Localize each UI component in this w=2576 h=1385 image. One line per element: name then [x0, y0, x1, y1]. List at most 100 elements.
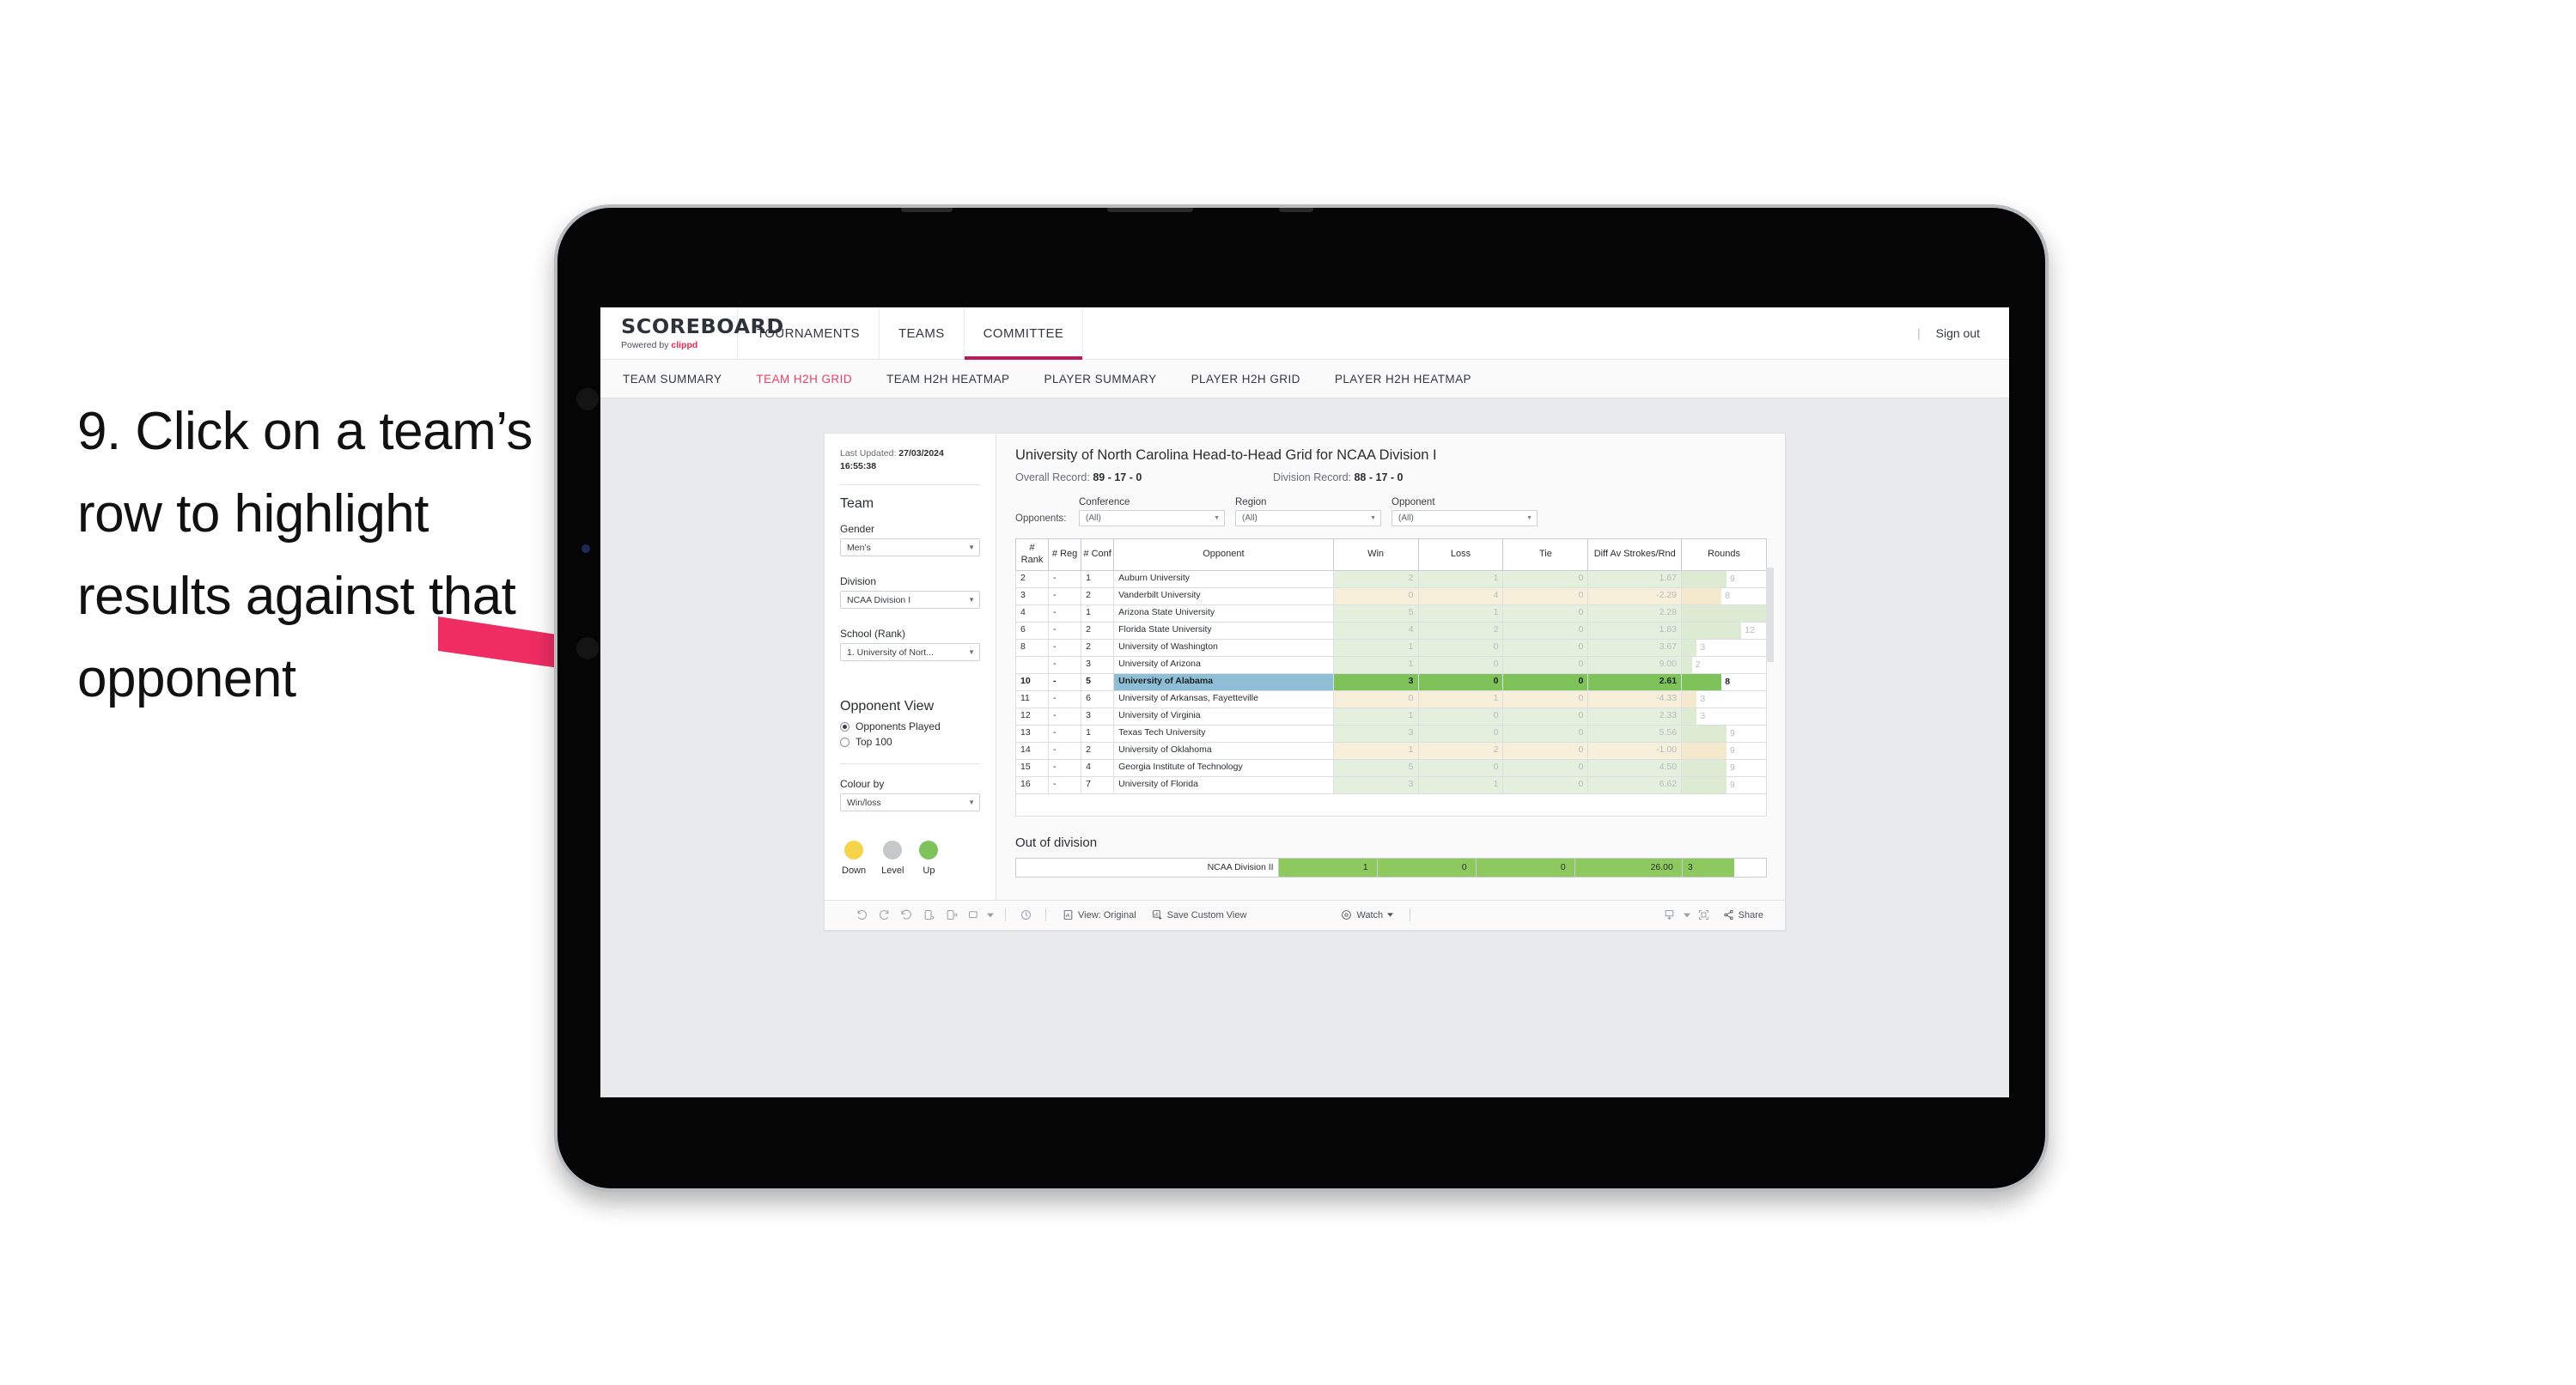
cell-diff: 5.56 — [1587, 724, 1683, 743]
chevron-down-icon: ▼ — [1526, 515, 1532, 521]
watch-button[interactable]: Watch — [1333, 909, 1401, 920]
revert-icon[interactable] — [895, 904, 917, 926]
school-select[interactable]: 1. University of Nort... ▼ — [840, 643, 980, 662]
fullscreen-icon[interactable] — [1693, 904, 1715, 926]
share-button[interactable]: Share — [1715, 909, 1771, 920]
table-row[interactable]: 12-3 University of Virginia 1 0 0 2.33 3 — [1014, 707, 1767, 726]
browser-viewport: SCOREBOARD Powered by clippd TOURNAMENTS… — [600, 307, 2009, 1097]
table-row[interactable]: NCAA Division II 1 0 0 26.00 3 — [1015, 857, 1768, 878]
rounds-value: 9 — [1729, 727, 1735, 738]
h2h-grid-scrollbar[interactable] — [1766, 568, 1774, 662]
topnav-item-tournaments[interactable]: TOURNAMENTS — [738, 307, 880, 359]
col-rounds[interactable]: Rounds — [1681, 538, 1767, 571]
redo-icon[interactable] — [873, 904, 895, 926]
cell-conf: 1 — [1081, 569, 1115, 588]
view-original-button[interactable]: View: Original — [1055, 909, 1144, 920]
cell-conf: 1 — [1081, 604, 1115, 623]
conference-filter-select[interactable]: (All) ▼ — [1079, 510, 1225, 526]
last-updated-label: Last Updated: — [840, 448, 899, 459]
share-label: Share — [1738, 909, 1763, 920]
cell-rounds: 9 — [1681, 569, 1767, 588]
table-row[interactable]: 4-1Arizona State University5102.2817 — [1014, 604, 1767, 623]
subnav-item-player-summary[interactable]: PLAYER SUMMARY — [1044, 373, 1157, 386]
col-rank[interactable]: # Rank — [1014, 538, 1050, 571]
content-area: Last Updated: 27/03/2024 16:55:38 Team G… — [600, 398, 2009, 931]
ood-tie: 0 — [1475, 857, 1575, 878]
col-diff[interactable]: Diff Av Strokes/Rnd — [1587, 538, 1683, 571]
ood-diff: 26.00 — [1574, 857, 1683, 878]
rounds-bar — [1682, 777, 1726, 793]
view-original-label: View: Original — [1078, 909, 1136, 920]
gender-select[interactable]: Men’s ▼ — [840, 538, 980, 557]
cell-opponent: University of Alabama — [1113, 672, 1334, 691]
rounds-value: 3 — [1700, 693, 1706, 704]
signout-button[interactable]: Sign out — [1936, 326, 1980, 340]
pause-updates-icon[interactable] — [940, 904, 962, 926]
topnav-item-teams[interactable]: TEAMS — [880, 307, 965, 359]
table-row[interactable]: 3-2 Vanderbilt University 0 4 0 -2.29 8 — [1014, 586, 1767, 605]
table-row[interactable]: 15-4 Georgia Institute of Technology 5 0 0 4.… — [1014, 758, 1767, 777]
cell-reg: - — [1048, 569, 1082, 588]
download-icon[interactable] — [1659, 904, 1681, 926]
opponent-filter-select[interactable]: (All) ▼ — [1392, 510, 1538, 526]
region-filter-select[interactable]: (All) ▼ — [1235, 510, 1381, 526]
col-loss[interactable]: Loss — [1417, 538, 1504, 571]
table-row[interactable]: 11-6 University of Arkansas, Fayetteville… — [1014, 689, 1767, 708]
cell-diff: -1.00 — [1587, 741, 1683, 760]
alerts-icon[interactable] — [962, 904, 984, 926]
school-select-value: 1. University of Nort... — [847, 647, 934, 658]
colour-by-select[interactable]: Win/loss ▼ — [840, 793, 980, 812]
subnav-item-team-h2h-heatmap[interactable]: TEAM H2H HEATMAP — [886, 373, 1009, 386]
legend-label-down: Down — [842, 866, 867, 877]
topnav-item-committee[interactable]: COMMITTEE — [964, 307, 1084, 360]
undo-icon[interactable] — [850, 904, 873, 926]
rounds-value: 9 — [1729, 744, 1735, 756]
cell-tie: 0 — [1502, 775, 1589, 794]
chevron-down-icon[interactable] — [984, 904, 996, 926]
subnav-item-player-h2h-heatmap[interactable]: PLAYER H2H HEATMAP — [1335, 373, 1471, 386]
cell-win: 1 — [1332, 655, 1419, 674]
col-win[interactable]: Win — [1332, 538, 1419, 571]
cell-loss: 0 — [1417, 758, 1504, 777]
cell-diff: 1.83 — [1587, 621, 1683, 640]
col-tie[interactable]: Tie — [1502, 538, 1589, 571]
pause-auto-updates-icon[interactable] — [1014, 904, 1037, 926]
cell-win: 3 — [1332, 724, 1419, 743]
cell-diff: -2.29 — [1587, 586, 1683, 605]
table-row[interactable]: 13-1 Texas Tech University 3 0 0 5.56 9 — [1014, 724, 1767, 743]
chevron-down-icon[interactable] — [1681, 904, 1693, 926]
radio-opponents-played[interactable]: Opponents Played — [840, 720, 980, 732]
col-opponent[interactable]: Opponent — [1113, 538, 1334, 571]
refresh-data-icon[interactable] — [917, 904, 940, 926]
cell-rounds: 12 — [1681, 621, 1767, 640]
radio-icon — [840, 721, 850, 732]
table-row[interactable]: -3 University of Arizona 1 0 0 9.00 2 — [1014, 655, 1767, 674]
radio-top-100[interactable]: Top 100 — [840, 736, 980, 748]
cell-conf: 2 — [1081, 586, 1115, 605]
region-filter: Region (All) ▼ — [1235, 497, 1381, 526]
chevron-down-icon: ▼ — [968, 799, 975, 807]
subnav-item-team-summary[interactable]: TEAM SUMMARY — [623, 373, 722, 386]
cell-rounds: 8 — [1681, 586, 1767, 605]
division-record: Division Record: 88 - 17 - 0 — [1273, 471, 1403, 483]
table-row[interactable]: 10-5 University of Alabama 3 0 0 2.61 8 — [1014, 672, 1767, 691]
division-select[interactable]: NCAA Division I ▼ — [840, 591, 980, 610]
table-row[interactable]: 16-7 University of Florida 3 1 0 6.62 9 — [1014, 775, 1767, 794]
app-logo[interactable]: SCOREBOARD Powered by clippd — [600, 307, 783, 359]
table-row[interactable]: 6-2 Florida State University 4 2 0 1.83 12 — [1014, 621, 1767, 640]
save-custom-view-button[interactable]: Save Custom View — [1144, 909, 1255, 920]
col-conf[interactable]: # Conf — [1081, 538, 1115, 571]
col-reg[interactable]: # Reg — [1048, 538, 1082, 571]
cell-diff: 6.62 — [1587, 775, 1683, 794]
cell-loss: 0 — [1417, 655, 1504, 674]
cell-diff: 2.28 — [1587, 604, 1683, 623]
table-row[interactable]: 2-1 Auburn University 2 1 0 1.67 9 — [1014, 569, 1767, 588]
tablet-side-dot-bottom — [576, 637, 599, 659]
table-row[interactable]: 8-2 University of Washington 1 0 0 3.67 3 — [1014, 638, 1767, 657]
table-row[interactable]: 14-2 University of Oklahoma 1 2 0 -1.00 9 — [1014, 741, 1767, 760]
ood-rounds-value: 3 — [1687, 861, 1693, 872]
conference-filter-label: Conference — [1079, 497, 1130, 507]
tablet-side-led — [582, 544, 590, 553]
subnav-item-team-h2h-grid[interactable]: TEAM H2H GRID — [756, 373, 852, 386]
subnav-item-player-h2h-grid[interactable]: PLAYER H2H GRID — [1191, 373, 1300, 386]
